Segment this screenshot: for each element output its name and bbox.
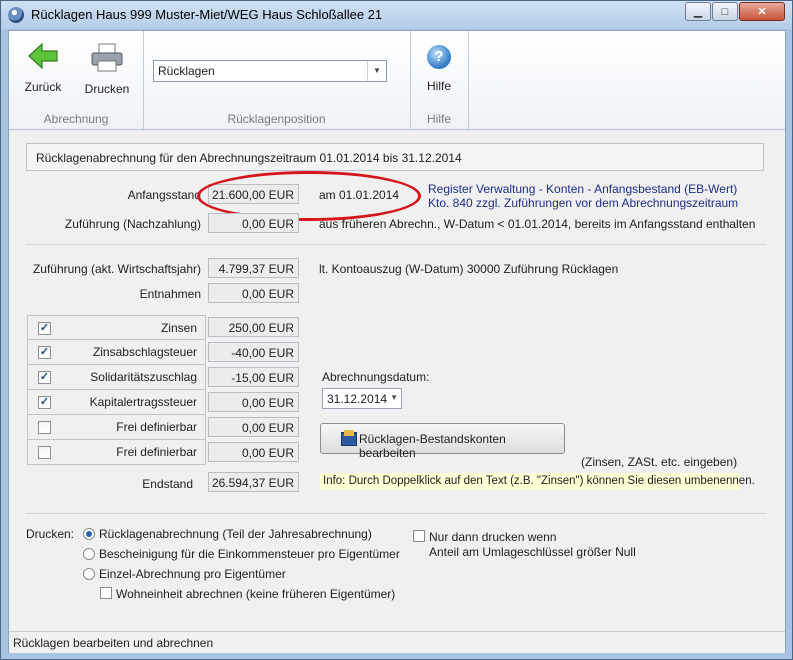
period-heading: Rücklagenabrechnung für den Abrechnungsz… bbox=[26, 143, 764, 171]
status-bar: Rücklagen bearbeiten und abrechnen bbox=[9, 631, 785, 653]
zinsabschlag-value[interactable]: -40,00 EUR bbox=[208, 342, 299, 362]
frei-2-value[interactable]: 0,00 EUR bbox=[208, 442, 299, 462]
radio-ruecklagenabrechnung[interactable] bbox=[83, 528, 95, 540]
zinsen-checkbox[interactable]: ✓ bbox=[38, 322, 51, 335]
position-row-kapest[interactable]: ✓ Kapitalertragssteuer bbox=[27, 390, 206, 415]
radio-einzel-abrechnung[interactable] bbox=[83, 568, 95, 580]
radio-ruecklagenabrechnung-label[interactable]: Rücklagenabrechnung (Teil der Jahresabre… bbox=[99, 527, 372, 541]
abrechnungsdatum-picker[interactable]: 31.12.2014 ▼ bbox=[322, 388, 402, 409]
zinsen-label[interactable]: Zinsen bbox=[161, 321, 197, 335]
help-button[interactable]: ? Hilfe bbox=[416, 45, 462, 93]
frei-2-label[interactable]: Frei definierbar bbox=[116, 445, 197, 459]
chevron-down-icon[interactable]: ▼ bbox=[367, 61, 386, 81]
app-window: Rücklagen Haus 999 Muster-Miet/WEG Haus … bbox=[0, 0, 793, 660]
position-combo-value: Rücklagen bbox=[158, 64, 215, 78]
title-bar[interactable]: Rücklagen Haus 999 Muster-Miet/WEG Haus … bbox=[1, 1, 792, 29]
endstand-value: 26.594,37 EUR bbox=[208, 472, 299, 492]
bestandskonten-hint: (Zinsen, ZASt. etc. eingeben) bbox=[581, 455, 738, 469]
position-row-frei-1[interactable]: Frei definierbar bbox=[27, 415, 206, 440]
print-button[interactable]: Drucken bbox=[79, 43, 135, 96]
frei-2-checkbox[interactable] bbox=[38, 446, 51, 459]
anfangsstand-note-2: Kto. 840 zzgl. Zuführungen vor dem Abrec… bbox=[428, 196, 739, 210]
abrechnungsdatum-label: Abrechnungsdatum: bbox=[322, 370, 430, 384]
wohneinheit-label[interactable]: Wohneinheit abrechnen (keine früheren Ei… bbox=[116, 587, 395, 601]
group-help: ? Hilfe Hilfe bbox=[410, 31, 469, 129]
position-row-zinsabschlag[interactable]: ✓ Zinsabschlagsteuer bbox=[27, 340, 206, 365]
drucken-label: Drucken: bbox=[26, 527, 75, 541]
printer-icon bbox=[91, 43, 123, 72]
entnahmen-value[interactable]: 0,00 EUR bbox=[208, 283, 299, 303]
close-button[interactable]: ✕ bbox=[739, 2, 785, 21]
anfangsstand-note-1: Register Verwaltung - Konten - Anfangsbe… bbox=[428, 182, 738, 196]
period-heading-text: Rücklagenabrechnung für den Abrechnungsz… bbox=[36, 151, 462, 165]
help-icon: ? bbox=[427, 45, 451, 69]
position-row-zinsen[interactable]: ✓ Zinsen bbox=[27, 315, 206, 340]
kapest-value[interactable]: 0,00 EUR bbox=[208, 392, 299, 412]
zufuehrung-akt-note: lt. Kontoauszug (W-Datum) 30000 Zuführun… bbox=[319, 262, 619, 276]
zinsen-value[interactable]: 250,00 EUR bbox=[208, 317, 299, 337]
radio-bescheinigung[interactable] bbox=[83, 548, 95, 560]
chevron-down-icon[interactable]: ▼ bbox=[390, 393, 398, 402]
minimize-button[interactable]: ▁ bbox=[685, 2, 711, 21]
divider bbox=[26, 513, 766, 514]
abrechnungsdatum-value: 31.12.2014 bbox=[327, 392, 388, 406]
toolbar: Zurück Drucken Abrechnung Rücklagen ▼ Rü… bbox=[9, 31, 785, 130]
zufuehrung-nach-value[interactable]: 0,00 EUR bbox=[208, 213, 299, 233]
window-title: Rücklagen Haus 999 Muster-Miet/WEG Haus … bbox=[31, 7, 383, 22]
group-position: Rücklagen ▼ Rücklagenposition bbox=[143, 31, 411, 129]
position-combo[interactable]: Rücklagen ▼ bbox=[153, 60, 387, 82]
frei-1-value[interactable]: 0,00 EUR bbox=[208, 417, 299, 437]
zufuehrung-nach-label: Zuführung (Nachzahlung) bbox=[64, 217, 201, 231]
position-row-soli[interactable]: ✓ Solidaritätszuschlag bbox=[27, 365, 206, 390]
soli-label[interactable]: Solidaritätszuschlag bbox=[90, 370, 197, 384]
edit-accounts-icon bbox=[341, 430, 357, 446]
group-label-position: Rücklagenposition bbox=[227, 112, 326, 126]
position-row-frei-2[interactable]: Frei definierbar bbox=[27, 440, 206, 465]
help-button-label: Hilfe bbox=[426, 79, 451, 93]
bestandskonten-button[interactable]: Rücklagen-Bestandskonten bearbeiten bbox=[320, 423, 565, 460]
zinsabschlag-label[interactable]: Zinsabschlagsteuer bbox=[93, 345, 197, 359]
entnahmen-label: Entnahmen bbox=[139, 287, 201, 301]
print-button-label: Drucken bbox=[84, 82, 130, 96]
nur-dann-label-2: Anteil am Umlageschlüssel größer Null bbox=[429, 545, 636, 559]
divider bbox=[26, 244, 766, 245]
group-label-help: Hilfe bbox=[426, 112, 451, 126]
nur-dann-checkbox[interactable] bbox=[413, 530, 425, 542]
client-area: Zurück Drucken Abrechnung Rücklagen ▼ Rü… bbox=[8, 30, 786, 653]
radio-einzel-abrechnung-label[interactable]: Einzel-Abrechnung pro Eigentümer bbox=[99, 567, 286, 581]
back-button-label: Zurück bbox=[24, 80, 62, 94]
status-text: Rücklagen bearbeiten und abrechnen bbox=[13, 636, 214, 650]
soli-checkbox[interactable]: ✓ bbox=[38, 371, 51, 384]
back-arrow-icon bbox=[28, 42, 58, 70]
zufuehrung-nach-note: aus früheren Abrechn., W-Datum < 01.01.2… bbox=[319, 217, 756, 231]
zufuehrung-akt-value[interactable]: 4.799,37 EUR bbox=[208, 258, 299, 278]
zinsabschlag-checkbox[interactable]: ✓ bbox=[38, 346, 51, 359]
wohneinheit-checkbox[interactable] bbox=[100, 587, 112, 599]
maximize-button[interactable]: □ bbox=[712, 2, 738, 21]
nur-dann-label-1[interactable]: Nur dann drucken wenn bbox=[429, 530, 556, 544]
frei-1-label[interactable]: Frei definierbar bbox=[116, 420, 197, 434]
bestandskonten-button-label: Rücklagen-Bestandskonten bearbeiten bbox=[359, 432, 506, 460]
anfangsstand-label: Anfangsstand bbox=[127, 188, 201, 202]
soli-value[interactable]: -15,00 EUR bbox=[208, 367, 299, 387]
group-label-abrechnung: Abrechnung bbox=[43, 112, 109, 126]
back-button[interactable]: Zurück bbox=[17, 42, 69, 94]
frei-1-checkbox[interactable] bbox=[38, 421, 51, 434]
kapest-label[interactable]: Kapitalertragssteuer bbox=[90, 395, 197, 409]
kapest-checkbox[interactable]: ✓ bbox=[38, 396, 51, 409]
zufuehrung-akt-label: Zuführung (akt. Wirtschaftsjahr) bbox=[32, 262, 201, 276]
info-note: Info: Durch Doppelklick auf den Text (z.… bbox=[320, 473, 755, 490]
group-abrechnung: Zurück Drucken Abrechnung bbox=[9, 31, 144, 129]
radio-bescheinigung-label[interactable]: Bescheinigung für die Einkommensteuer pr… bbox=[99, 547, 400, 561]
endstand-label: Endstand bbox=[142, 477, 193, 491]
app-icon bbox=[8, 7, 24, 23]
